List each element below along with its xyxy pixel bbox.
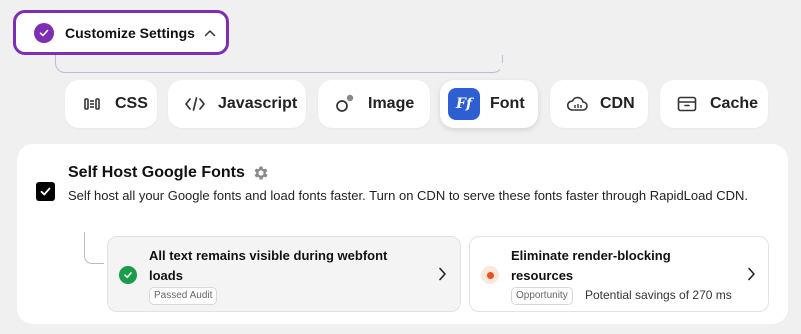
setting-description: Self host all your Google fonts and load… (68, 188, 748, 203)
chevron-right-icon (747, 267, 756, 281)
code-icon (184, 93, 206, 115)
audit-card-passed[interactable]: All text remains visible during webfont … (107, 236, 461, 312)
gear-icon[interactable] (252, 164, 270, 182)
image-icon (334, 93, 356, 115)
tree-connector-line (84, 232, 104, 264)
tab-image-label: Image (368, 95, 415, 112)
tab-font-label: Font (490, 95, 525, 112)
tab-cdn-label: CDN (600, 95, 635, 112)
audit-title: All text remains visible during webfont … (149, 248, 388, 283)
tab-javascript-label: Javascript (218, 95, 298, 112)
font-settings-panel: Self Host Google Fonts Self host all you… (17, 144, 788, 324)
font-icon: Ff (448, 88, 480, 120)
tabs-connector-line (55, 55, 503, 73)
page-root: Customize Settings CSS Javascript Image … (0, 0, 801, 334)
setting-title-row: Self Host Google Fonts (68, 164, 270, 182)
audit-title: Eliminate render-blocking resources (511, 248, 671, 283)
opportunity-dot-icon (481, 266, 499, 284)
tab-cdn[interactable]: CDN (550, 80, 648, 128)
tab-javascript[interactable]: Javascript (168, 80, 306, 128)
tab-font[interactable]: Ff Font (440, 80, 538, 128)
check-circle-icon (34, 22, 54, 43)
check-circle-icon (119, 266, 137, 284)
setting-title: Self Host Google Fonts (68, 164, 245, 181)
css-icon (81, 93, 103, 115)
tab-css[interactable]: CSS (65, 80, 157, 128)
potential-savings-text: Potential savings of 270 ms (585, 288, 732, 302)
tab-cache-label: Cache (710, 95, 759, 112)
chevron-up-icon (204, 29, 216, 37)
chevron-right-icon (438, 267, 447, 281)
cloud-icon (566, 93, 588, 115)
customize-settings-label: Customize Settings (65, 24, 195, 41)
audit-status-badge: Passed Audit (149, 287, 218, 305)
cache-icon (676, 93, 698, 115)
audit-card-opportunity[interactable]: Eliminate render-blocking resources Oppo… (469, 236, 769, 312)
audit-status-badge: Opportunity (511, 287, 573, 305)
tab-cache[interactable]: Cache (660, 80, 768, 128)
customize-settings-button[interactable]: Customize Settings (13, 10, 229, 55)
tab-css-label: CSS (115, 95, 148, 112)
self-host-fonts-checkbox[interactable] (36, 182, 55, 201)
tab-image[interactable]: Image (318, 80, 430, 128)
